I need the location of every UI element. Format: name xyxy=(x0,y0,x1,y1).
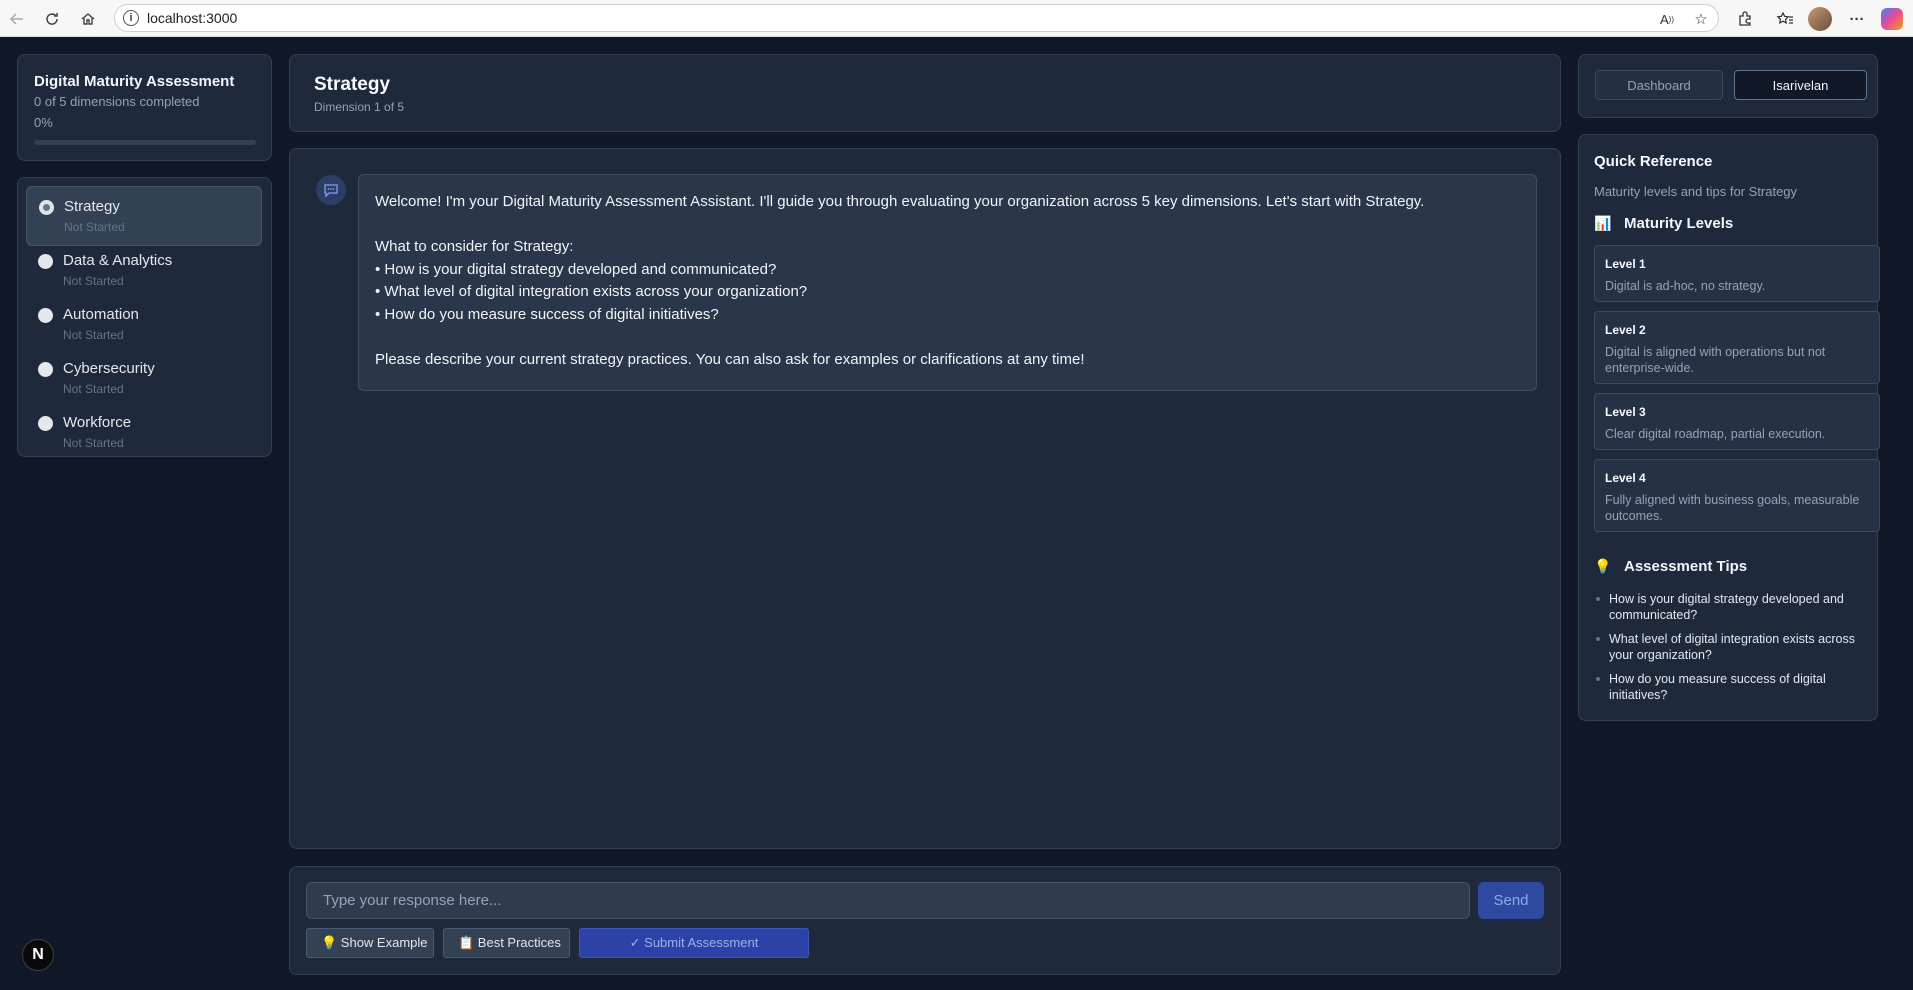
level-name: Level 3 xyxy=(1605,405,1646,419)
level-description: Fully aligned with business goals, measu… xyxy=(1605,493,1860,523)
message-line: Welcome! I'm your Digital Maturity Asses… xyxy=(375,193,1425,210)
dimension-label: Automation xyxy=(63,306,139,323)
maturity-level-card: Level 3 Clear digital roadmap, partial e… xyxy=(1594,393,1880,450)
dimension-label: Workforce xyxy=(63,414,132,431)
site-info-icon[interactable]: i xyxy=(123,10,139,26)
back-arrow-icon[interactable] xyxy=(4,6,30,32)
message-line: What to consider for Strategy: xyxy=(375,238,574,256)
page-subtitle: Dimension 1 of 5 xyxy=(314,100,405,114)
dimension-item-automation[interactable]: Automation Not Started xyxy=(26,295,262,355)
quick-reference-panel: Quick Reference Maturity levels and tips… xyxy=(1578,134,1880,721)
quick-reference-subtitle: Maturity levels and tips for Strategy xyxy=(1594,184,1798,199)
refresh-icon[interactable] xyxy=(39,6,65,32)
dimension-list: Strategy Not Started Data & Analytics No… xyxy=(17,177,272,457)
assessment-title: Digital Maturity Assessment xyxy=(34,73,235,90)
response-input[interactable] xyxy=(306,882,1470,919)
url-text: localhost:3000 xyxy=(147,10,238,26)
progress-percent: 0% xyxy=(34,115,53,130)
message-line: Please describe your current strategy pr… xyxy=(375,351,1085,369)
dimension-status: Not Started xyxy=(63,436,124,450)
best-practices-button[interactable]: 📋 Best Practices xyxy=(443,928,570,958)
level-description: Digital is aligned with operations but n… xyxy=(1605,345,1826,375)
copilot-icon[interactable] xyxy=(1881,8,1903,30)
quick-reference-title: Quick Reference xyxy=(1594,153,1713,170)
assistant-message: Welcome! I'm your Digital Maturity Asses… xyxy=(358,174,1537,391)
radio-icon xyxy=(38,362,53,377)
dimension-header: Strategy Dimension 1 of 5 xyxy=(289,54,1561,132)
maturity-level-card: Level 1 Digital is ad-hoc, no strategy. xyxy=(1594,245,1880,302)
level-name: Level 2 xyxy=(1605,323,1646,337)
dimension-status: Not Started xyxy=(63,328,124,342)
progress-bar xyxy=(34,140,256,145)
message-line xyxy=(375,214,1520,237)
level-description: Digital is ad-hoc, no strategy. xyxy=(1605,279,1766,293)
message-line xyxy=(375,327,1520,350)
bar-chart-icon: 📊 xyxy=(1594,214,1612,231)
level-description: Clear digital roadmap, partial execution… xyxy=(1605,427,1826,441)
page-title: Strategy xyxy=(314,74,391,95)
profile-avatar-icon[interactable] xyxy=(1808,7,1832,31)
maturity-levels-label: Maturity Levels xyxy=(1624,214,1734,232)
progress-subtitle: 0 of 5 dimensions completed xyxy=(34,94,200,109)
more-icon[interactable]: ··· xyxy=(1845,7,1869,31)
home-icon[interactable] xyxy=(75,6,101,32)
lightbulb-icon: 💡 xyxy=(1594,557,1612,574)
send-button[interactable]: Send xyxy=(1478,882,1544,919)
maturity-level-card: Level 4 Fully aligned with business goal… xyxy=(1594,459,1880,532)
tip-item: How do you measure success of digital in… xyxy=(1594,671,1874,703)
response-composer: Send 💡 Show Example 📋 Best Practices ✓ S… xyxy=(289,866,1561,975)
favorite-star-icon[interactable]: ☆ xyxy=(1689,7,1713,31)
favorites-icon[interactable] xyxy=(1773,7,1797,31)
read-aloud-icon[interactable]: A)) xyxy=(1655,7,1679,31)
framework-badge[interactable]: N xyxy=(22,939,54,971)
dimension-label: Strategy xyxy=(64,198,120,215)
radio-icon xyxy=(38,416,53,431)
assessment-tips-heading: 💡 Assessment Tips xyxy=(1594,557,1747,575)
dimension-status: Not Started xyxy=(64,220,125,234)
browser-toolbar: i localhost:3000 A)) ☆ ··· xyxy=(0,0,1913,37)
dimension-item-data-analytics[interactable]: Data & Analytics Not Started xyxy=(26,241,262,301)
dimension-item-strategy[interactable]: Strategy Not Started xyxy=(26,186,262,246)
tip-item: What level of digital integration exists… xyxy=(1594,631,1874,663)
dashboard-button[interactable]: Dashboard xyxy=(1595,70,1723,100)
dimension-status: Not Started xyxy=(63,274,124,288)
maturity-levels-heading: 📊 Maturity Levels xyxy=(1594,214,1733,232)
dimension-item-workforce[interactable]: Workforce Not Started xyxy=(26,403,262,463)
chat-panel: Welcome! I'm your Digital Maturity Asses… xyxy=(289,148,1561,849)
top-nav: Dashboard Isarivelan xyxy=(1578,54,1878,118)
message-line: • What level of digital integration exis… xyxy=(375,283,808,301)
tip-item: How is your digital strategy developed a… xyxy=(1594,591,1874,623)
progress-card: Digital Maturity Assessment 0 of 5 dimen… xyxy=(17,54,272,161)
address-bar[interactable]: i localhost:3000 xyxy=(114,4,1719,32)
radio-selected-icon xyxy=(39,200,54,215)
level-name: Level 4 xyxy=(1605,471,1646,485)
assessment-tips-label: Assessment Tips xyxy=(1624,557,1748,575)
maturity-level-card: Level 2 Digital is aligned with operatio… xyxy=(1594,311,1880,384)
dimension-label: Cybersecurity xyxy=(63,360,155,377)
radio-icon xyxy=(38,254,53,269)
dimension-status: Not Started xyxy=(63,382,124,396)
message-line: • How do you measure success of digital … xyxy=(375,305,719,323)
level-name: Level 1 xyxy=(1605,257,1646,271)
user-button[interactable]: Isarivelan xyxy=(1734,70,1867,100)
app-root: Digital Maturity Assessment 0 of 5 dimen… xyxy=(0,37,1913,990)
radio-icon xyxy=(38,308,53,323)
chat-bubble-icon xyxy=(316,175,346,205)
dimension-item-cybersecurity[interactable]: Cybersecurity Not Started xyxy=(26,349,262,409)
dimension-label: Data & Analytics xyxy=(63,252,173,269)
message-line: • How is your digital strategy developed… xyxy=(375,260,777,278)
extensions-icon[interactable] xyxy=(1733,7,1757,31)
submit-assessment-button[interactable]: ✓ Submit Assessment xyxy=(579,928,809,958)
show-example-button[interactable]: 💡 Show Example xyxy=(306,928,434,958)
